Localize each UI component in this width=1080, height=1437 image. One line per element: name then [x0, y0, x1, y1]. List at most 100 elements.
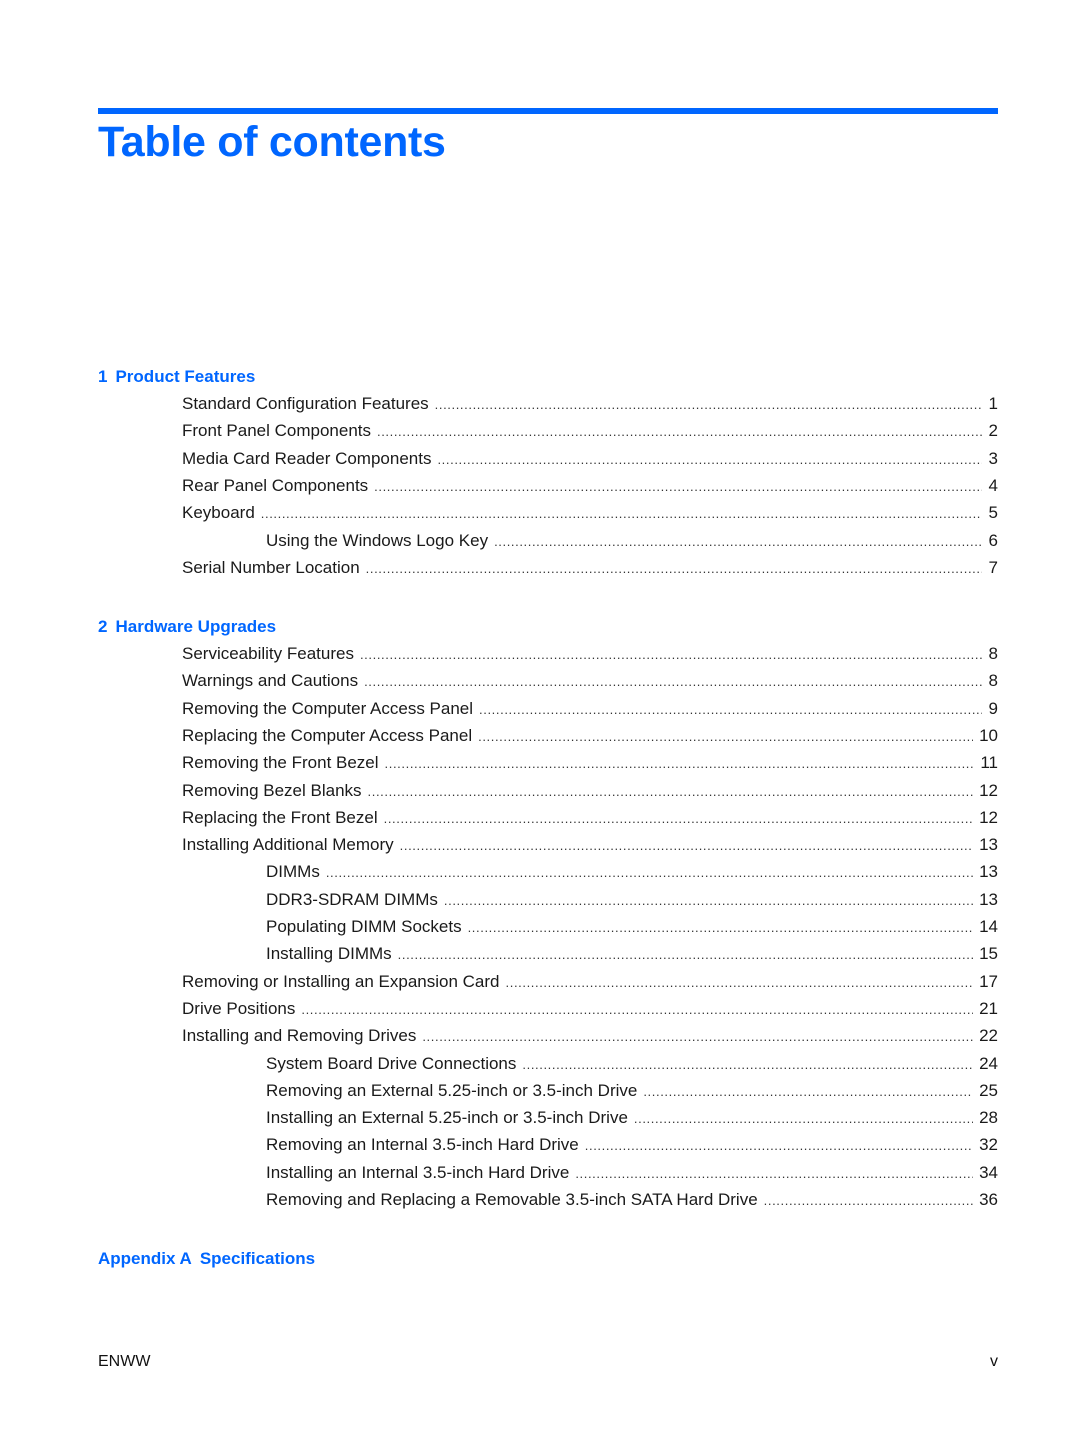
toc-entry-title: System Board Drive Connections	[266, 1053, 517, 1073]
toc-entry[interactable]: Standard Configuration Features 1	[0, 393, 998, 415]
toc-entry[interactable]: Installing and Removing Drives 22	[0, 1025, 998, 1047]
dot-leader	[384, 808, 973, 830]
toc-entry-page: 22	[979, 1026, 998, 1046]
toc-entry[interactable]: Removing Bezel Blanks 12	[0, 780, 998, 802]
dot-leader	[479, 699, 982, 721]
dot-leader	[437, 449, 982, 471]
chapter-heading[interactable]: 2 Hardware Upgrades	[98, 616, 276, 638]
toc-entry[interactable]: Removing an External 5.25-inch or 3.5-in…	[0, 1080, 998, 1102]
toc-entry[interactable]: Removing an Internal 3.5-inch Hard Drive…	[0, 1134, 998, 1156]
toc-entry-title: Serial Number Location	[182, 557, 360, 577]
toc-entry-title: Using the Windows Logo Key	[266, 530, 489, 550]
toc-entry-title: Replacing the Computer Access Panel	[182, 725, 473, 745]
toc-entry[interactable]: DDR3-SDRAM DIMMs 13	[0, 889, 998, 911]
dot-leader	[506, 972, 974, 994]
toc-entry-title: Populating DIMM Sockets	[266, 917, 462, 936]
toc-entry-title: Installing an External 5.25-inch or 3.5-…	[266, 1108, 628, 1128]
chapter-heading[interactable]: 1 Product Features	[98, 366, 255, 388]
dot-leader	[494, 531, 982, 553]
toc-entry-title: Rear Panel Components	[182, 475, 369, 495]
toc-entry-page: 3	[988, 448, 998, 468]
toc-entry-title: Front Panel Components	[182, 421, 371, 441]
title-rule	[98, 108, 998, 114]
toc-entry-page: 21	[979, 998, 998, 1018]
toc-entry-title: Serviceability Features	[182, 644, 354, 663]
dot-leader	[326, 862, 973, 884]
toc-entry[interactable]: Warnings and Cautions 8	[0, 670, 998, 692]
toc-entry[interactable]: Installing Additional Memory 13	[0, 834, 998, 856]
toc-entry-page: 15	[979, 944, 998, 964]
toc-entry-page: 24	[979, 1053, 998, 1073]
dot-leader	[522, 1054, 973, 1076]
toc-entry-page: 17	[979, 971, 998, 991]
toc-entry[interactable]: Removing the Computer Access Panel 9	[0, 698, 998, 720]
toc-entry-title: Removing an External 5.25-inch or 3.5-in…	[266, 1080, 638, 1100]
toc-entry-page: 1	[988, 394, 998, 413]
toc-entry-title: Removing and Replacing a Removable 3.5-i…	[266, 1190, 758, 1209]
dot-leader	[385, 753, 975, 775]
toc-entry-page: 2	[988, 421, 998, 441]
toc-entry[interactable]: Removing or Installing an Expansion Card…	[0, 971, 998, 993]
dot-leader	[377, 421, 982, 443]
toc-entry-page: 36	[979, 1190, 998, 1209]
page-title: Table of contents	[98, 118, 446, 166]
toc-entry[interactable]: Serial Number Location 7	[0, 557, 998, 579]
toc-entry-page: 25	[979, 1080, 998, 1100]
toc-entry[interactable]: Rear Panel Components 4	[0, 475, 998, 497]
toc-entry[interactable]: Installing an External 5.25-inch or 3.5-…	[0, 1107, 998, 1129]
toc-entry-page: 8	[988, 644, 998, 663]
toc-entry-title: Installing DIMMs	[266, 944, 392, 964]
toc-entry[interactable]: Front Panel Components 2	[0, 420, 998, 442]
toc-entry-page: 11	[980, 753, 998, 773]
chapter-title: Specifications	[199, 1249, 316, 1268]
footer-doc-code: ENWW	[98, 1353, 151, 1370]
toc-entry-title: Installing an Internal 3.5-inch Hard Dri…	[266, 1162, 570, 1182]
toc-entry[interactable]: Replacing the Computer Access Panel 10	[0, 725, 998, 747]
toc-entry[interactable]: Using the Windows Logo Key 6	[0, 530, 998, 552]
toc-entry-title: Installing Additional Memory	[182, 835, 394, 855]
dot-leader	[366, 558, 982, 580]
dot-leader	[360, 644, 982, 666]
chapter-heading[interactable]: Appendix A Specifications	[98, 1248, 315, 1270]
toc-entry[interactable]: Installing an Internal 3.5-inch Hard Dri…	[0, 1162, 998, 1184]
footer-page-number: v	[990, 1353, 998, 1370]
toc-entry[interactable]: Installing DIMMs 15	[0, 943, 998, 965]
chapter-number: Appendix A	[98, 1249, 192, 1268]
toc-entry[interactable]: Keyboard 5	[0, 502, 998, 524]
toc-entry-page: 7	[988, 557, 998, 577]
toc-entry-page: 14	[979, 917, 998, 936]
toc-entry-title: Keyboard	[182, 503, 255, 523]
toc-entry-page: 8	[988, 671, 998, 691]
chapter-title: Hardware Upgrades	[115, 617, 277, 636]
toc-entry[interactable]: Removing and Replacing a Removable 3.5-i…	[0, 1189, 998, 1211]
toc-entry[interactable]: Drive Positions 21	[0, 998, 998, 1020]
dot-leader	[444, 890, 973, 912]
toc-entry-page: 28	[979, 1108, 998, 1128]
dot-leader	[435, 394, 982, 416]
toc-entry[interactable]: Replacing the Front Bezel 12	[0, 807, 998, 829]
dot-leader	[643, 1081, 973, 1103]
toc-entry-title: Media Card Reader Components	[182, 448, 432, 468]
toc-entry[interactable]: Media Card Reader Components 3	[0, 448, 998, 470]
toc-entry-page: 12	[979, 807, 998, 827]
toc-entry-title: Removing Bezel Blanks	[182, 780, 362, 800]
dot-leader	[301, 999, 973, 1021]
toc-entry-title: Standard Configuration Features	[182, 394, 429, 413]
toc-entry-page: 13	[979, 862, 998, 882]
toc-entry[interactable]: Populating DIMM Sockets 14	[0, 916, 998, 938]
dot-leader	[478, 726, 973, 748]
toc-entry[interactable]: System Board Drive Connections 24	[0, 1053, 998, 1075]
dot-leader	[422, 1026, 973, 1048]
toc-entry[interactable]: DIMMs 13	[0, 861, 998, 883]
toc-entry-title: DIMMs	[266, 862, 320, 882]
dot-leader	[575, 1163, 973, 1185]
dot-leader	[368, 781, 974, 803]
toc-entry-title: Removing the Computer Access Panel	[182, 698, 474, 718]
toc-entry-page: 13	[979, 889, 998, 909]
dot-leader	[400, 835, 973, 857]
toc-entry[interactable]: Serviceability Features 8	[0, 643, 998, 665]
dot-leader	[468, 917, 973, 939]
toc-entry-page: 6	[988, 530, 998, 550]
toc-entry-title: Drive Positions	[182, 998, 296, 1018]
toc-entry[interactable]: Removing the Front Bezel 11	[0, 752, 998, 774]
